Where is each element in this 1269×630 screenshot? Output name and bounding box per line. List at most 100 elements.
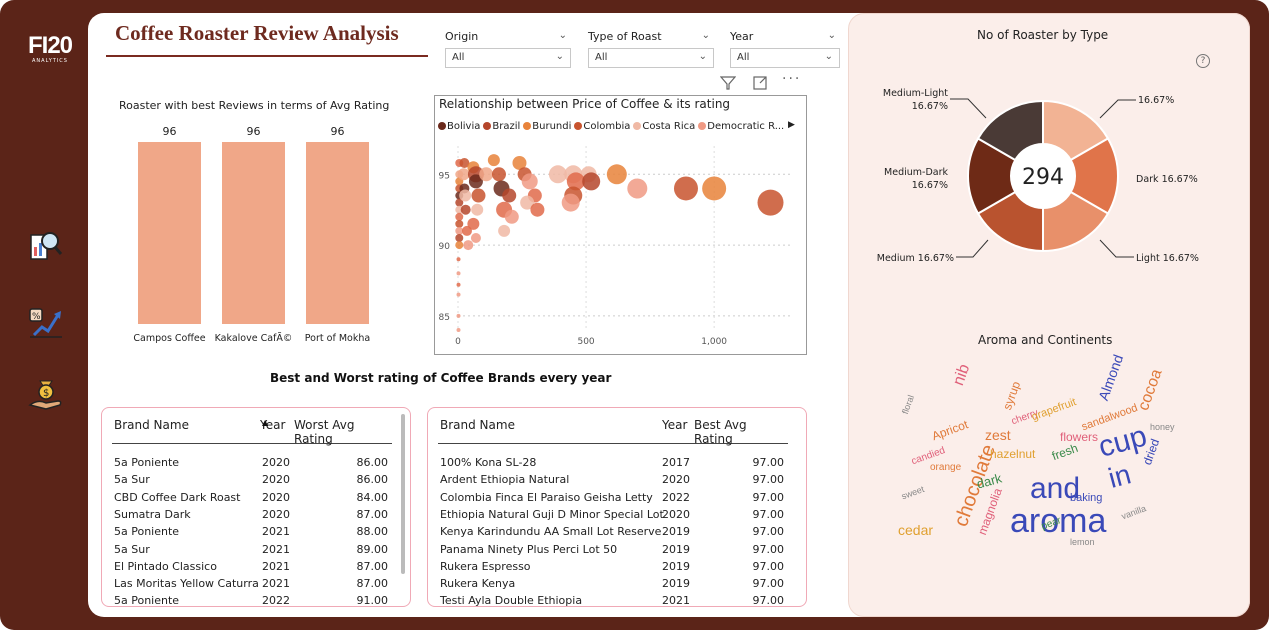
table-row[interactable]: Las Moritas Yellow Caturra 2021 87.00 xyxy=(112,575,392,592)
legend-swatch xyxy=(438,122,446,130)
col-brand[interactable]: Brand Name xyxy=(114,418,189,432)
scatter-point[interactable] xyxy=(530,202,545,217)
scatter-point[interactable] xyxy=(487,154,500,167)
scatter-point[interactable] xyxy=(491,167,506,182)
bar[interactable] xyxy=(222,142,285,324)
wordcloud: aroma and cup in chocolate Almond cocoa nib ceda… xyxy=(870,352,1230,592)
scatter-point[interactable] xyxy=(456,328,461,332)
legend-item[interactable]: Colombia xyxy=(574,121,630,132)
scatter-point[interactable] xyxy=(455,219,464,228)
scatter-point[interactable] xyxy=(456,313,461,318)
table-cell: Colombia Finca El Paraiso Geisha Letty xyxy=(440,490,653,504)
worst-rating-table[interactable]: Brand Name Year Worst Avg Rating ▲ 5a Po… xyxy=(101,407,411,607)
table-row[interactable]: 5a Sur 2020 86.00 xyxy=(112,471,392,488)
scatter-point[interactable] xyxy=(456,257,461,262)
table-cell: 5a Sur xyxy=(114,542,150,556)
table-row[interactable]: 5a Poniente 2022 91.00 xyxy=(112,592,392,606)
hand-money-icon[interactable]: $ xyxy=(28,377,66,413)
best-rating-table[interactable]: Brand Name Year Best Avg Rating 100% Kon… xyxy=(427,407,807,607)
table-row[interactable]: Panama Ninety Plus Perci Lot 50 2019 97.00 xyxy=(438,541,788,558)
scatter-point[interactable] xyxy=(457,168,470,181)
table-row[interactable]: 5a Sur 2021 89.00 xyxy=(112,541,392,558)
scatter-point[interactable] xyxy=(504,209,519,224)
sort-asc-icon[interactable]: ▲ xyxy=(262,418,268,427)
legend-item[interactable]: Brazil xyxy=(483,121,520,132)
table-row[interactable]: Ardent Ethiopia Natural 2020 97.00 xyxy=(438,471,788,488)
table-row[interactable]: Testi Ayla Double Ethiopia 2021 97.00 xyxy=(438,592,788,606)
table-scrollbar[interactable] xyxy=(401,414,405,574)
chevron-down-icon[interactable]: ⌄ xyxy=(559,30,567,41)
scatter-point[interactable] xyxy=(502,188,517,203)
scatter-point[interactable] xyxy=(673,176,698,201)
scatter-point[interactable] xyxy=(582,172,601,191)
scatter-point[interactable] xyxy=(627,178,648,199)
table-row[interactable]: Sumatra Dark 2020 87.00 xyxy=(112,506,392,523)
bar[interactable] xyxy=(138,142,201,324)
chevron-down-icon[interactable]: ⌄ xyxy=(699,51,707,62)
scatter-point[interactable] xyxy=(455,241,464,250)
scatter-point[interactable] xyxy=(463,240,474,251)
scatter-point[interactable] xyxy=(455,234,464,242)
scatter-point[interactable] xyxy=(467,217,480,230)
chevron-down-icon[interactable]: ⌄ xyxy=(556,51,564,62)
scatter-point[interactable] xyxy=(561,193,580,212)
legend-item[interactable]: Bolivia xyxy=(438,121,480,132)
slicer-origin[interactable]: Origin ⌄ All ⌄ xyxy=(445,30,571,68)
table-row[interactable]: Colombia Finca El Paraiso Geisha Letty 20… xyxy=(438,489,788,506)
scatter-point[interactable] xyxy=(455,212,464,221)
wordcloud-word: grapefruit xyxy=(1030,396,1078,424)
col-brand[interactable]: Brand Name xyxy=(440,418,515,432)
table-row[interactable]: Rukera Espresso 2019 97.00 xyxy=(438,558,788,575)
y-tick-label: 95 xyxy=(439,171,450,181)
scatter-point[interactable] xyxy=(470,233,481,243)
legend-label: Colombia xyxy=(583,121,631,132)
legend-item[interactable]: Costa Rica xyxy=(633,121,695,132)
bar[interactable] xyxy=(306,142,369,324)
magnifier-chart-icon[interactable] xyxy=(28,229,66,265)
table-row[interactable]: 100% Kona SL-28 2017 97.00 xyxy=(438,454,788,471)
more-options-icon[interactable]: ··· xyxy=(782,71,801,87)
chevron-down-icon[interactable]: ⌄ xyxy=(825,51,833,62)
filter-icon[interactable] xyxy=(719,75,737,95)
chevron-down-icon[interactable]: ⌄ xyxy=(702,30,710,41)
scatter-point[interactable] xyxy=(471,203,484,216)
scatter-point[interactable] xyxy=(460,204,471,215)
scatter-point[interactable] xyxy=(606,164,627,185)
table-cell: 87.00 xyxy=(356,559,389,573)
slicer-roast-value[interactable]: All xyxy=(595,52,607,63)
table-cell: 2020 xyxy=(262,490,290,504)
scatter-point[interactable] xyxy=(521,173,538,190)
scatter-point[interactable] xyxy=(479,167,494,182)
scatter-point[interactable] xyxy=(702,176,727,201)
legend-item[interactable]: Burundi xyxy=(523,121,571,132)
focus-mode-icon[interactable] xyxy=(752,75,768,95)
help-icon[interactable]: ? xyxy=(1196,54,1210,68)
scatter-point[interactable] xyxy=(548,165,567,184)
table-row[interactable]: Ethiopia Natural Guji D Minor Special Lo… xyxy=(438,506,788,523)
col-worst[interactable]: Worst Avg Rating xyxy=(294,418,392,446)
logo-text: FI20 xyxy=(27,32,73,59)
slicer-roast-type[interactable]: Type of Roast ⌄ All ⌄ xyxy=(588,30,714,68)
table-row[interactable]: El Pintado Classico 2021 87.00 xyxy=(112,558,392,575)
scatter-point[interactable] xyxy=(498,224,511,237)
table-row[interactable]: CBD Coffee Dark Roast 2020 84.00 xyxy=(112,489,392,506)
table-row[interactable]: Rukera Kenya 2019 97.00 xyxy=(438,575,788,592)
scatter-point[interactable] xyxy=(459,189,472,202)
chevron-down-icon[interactable]: ⌄ xyxy=(828,30,836,41)
slicer-year[interactable]: Year ⌄ All ⌄ xyxy=(730,30,840,68)
scatter-point[interactable] xyxy=(757,189,784,216)
col-best[interactable]: Best Avg Rating xyxy=(694,418,788,446)
scatter-point[interactable] xyxy=(456,292,461,297)
scatter-point[interactable] xyxy=(456,282,461,287)
legend-next-icon[interactable]: ▶ xyxy=(788,120,795,130)
legend-item[interactable]: Democratic R... xyxy=(698,121,784,132)
table-row[interactable]: 5a Poniente 2021 88.00 xyxy=(112,523,392,540)
scatter-point[interactable] xyxy=(471,188,486,203)
table-row[interactable]: Kenya Karindundu AA Small Lot Reserve 201… xyxy=(438,523,788,540)
col-year[interactable]: Year xyxy=(662,418,687,432)
slicer-origin-value[interactable]: All xyxy=(452,52,464,63)
scatter-point[interactable] xyxy=(456,271,461,276)
slicer-year-value[interactable]: All xyxy=(737,52,749,63)
growth-chart-icon[interactable]: % xyxy=(28,305,66,341)
table-row[interactable]: 5a Poniente 2020 86.00 xyxy=(112,454,392,471)
